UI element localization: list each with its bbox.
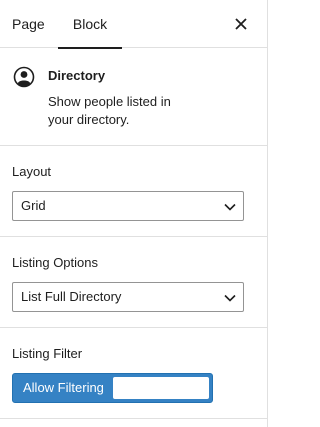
close-icon (235, 18, 247, 30)
listing-filter-label: Listing Filter (12, 346, 83, 361)
block-settings-panel: Page Block Directory Show people listed … (0, 0, 268, 427)
user-circle-icon (13, 66, 35, 88)
layout-section: Layout Grid (0, 146, 267, 237)
tab-page[interactable]: Page (12, 0, 45, 48)
layout-select-value: Grid (21, 198, 46, 213)
chevron-down-icon (224, 294, 236, 302)
listing-options-select[interactable]: List Full Directory (12, 282, 244, 312)
tab-block[interactable]: Block (58, 0, 122, 49)
layout-select[interactable]: Grid (12, 191, 244, 221)
toggle-knob (113, 377, 209, 399)
allow-filtering-label: Allow Filtering (23, 380, 104, 395)
chevron-down-icon (224, 203, 236, 211)
listing-options-select-value: List Full Directory (21, 289, 122, 304)
listing-options-section: Listing Options List Full Directory (0, 237, 267, 328)
layout-label: Layout (12, 164, 52, 179)
listing-options-label: Listing Options (12, 255, 98, 270)
block-card: Directory Show people listed in your dir… (0, 48, 267, 146)
block-title: Directory (48, 68, 106, 83)
allow-filtering-toggle[interactable]: Allow Filtering (12, 373, 213, 403)
block-description: Show people listed in your directory. (48, 94, 171, 127)
listing-filter-section: Listing Filter Allow Filtering (0, 328, 267, 419)
sidebar-tabs: Page Block (0, 0, 267, 49)
close-button[interactable] (231, 14, 251, 34)
